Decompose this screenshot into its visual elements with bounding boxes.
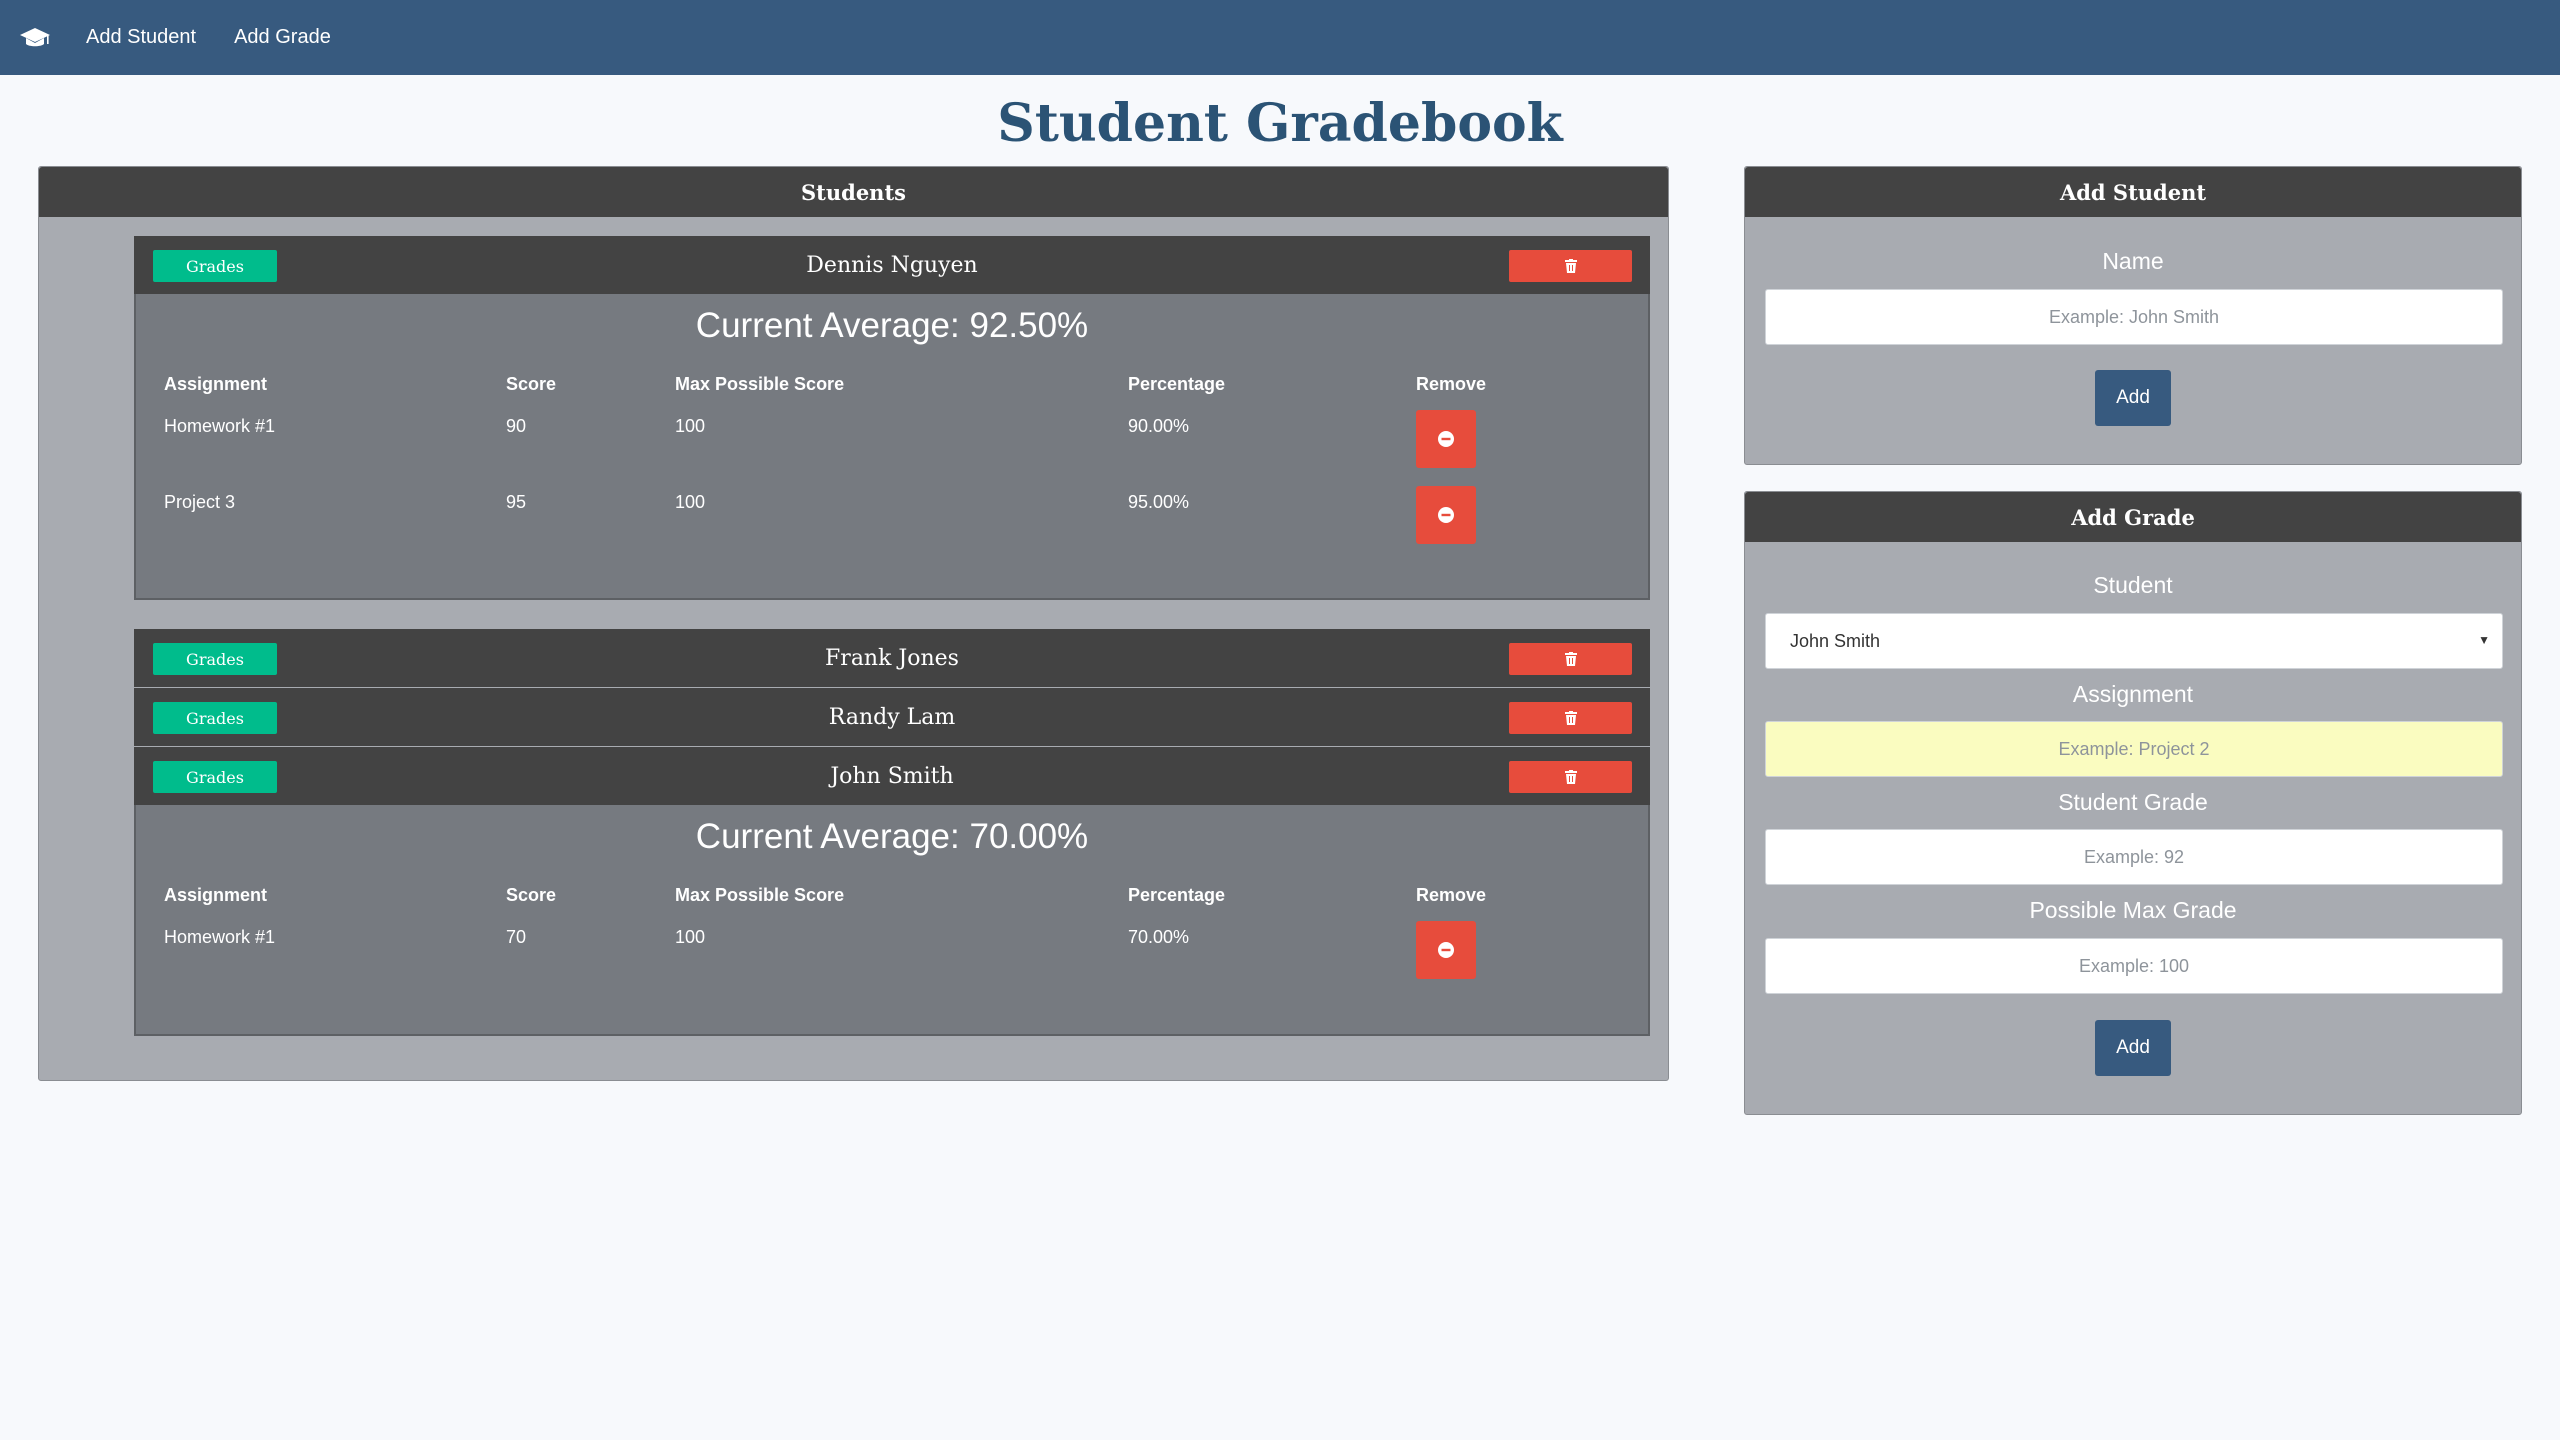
col-percentage: Percentage xyxy=(1128,884,1226,905)
top-navbar: Add Student Add Grade xyxy=(0,0,2560,75)
table-row: Homework #1 90 100 90.00% xyxy=(136,406,1648,482)
add-grade-button[interactable]: Add xyxy=(2095,1020,2171,1076)
cell-remove xyxy=(1416,406,1648,482)
name-label: Name xyxy=(2102,248,2164,274)
students-panel-header: Students xyxy=(39,167,1668,217)
col-remove: Remove xyxy=(1416,373,1487,394)
student-header: Grades John Smith xyxy=(134,747,1650,805)
cell-percentage: 70.00% xyxy=(1128,927,1190,947)
grades-button[interactable]: Grades xyxy=(153,761,277,793)
table-row: Project 3 95 100 95.00% xyxy=(136,482,1648,558)
student-card-frank-jones: Grades Frank Jones xyxy=(134,629,1650,687)
student-name: John Smith xyxy=(830,763,954,789)
cell-score: 95 xyxy=(506,492,527,512)
assignment-input[interactable] xyxy=(1765,721,2503,777)
student-name: Frank Jones xyxy=(825,645,959,671)
minus-circle-icon xyxy=(1438,942,1454,958)
table-row: Homework #1 70 100 70.00% xyxy=(136,917,1648,993)
cell-remove xyxy=(1416,917,1648,993)
graduation-cap-icon xyxy=(20,27,50,46)
grades-button[interactable]: Grades xyxy=(153,643,277,675)
students-panel: Students Grades Dennis Nguyen Current Av… xyxy=(38,166,1669,1081)
delete-student-button[interactable] xyxy=(1509,643,1632,675)
grades-button[interactable]: Grades xyxy=(153,250,277,282)
col-remove: Remove xyxy=(1416,884,1487,905)
max-grade-label: Possible Max Grade xyxy=(2029,897,2237,923)
student-select[interactable]: John Smith ▼ xyxy=(1765,613,2503,669)
cell-assignment: Homework #1 xyxy=(164,927,276,947)
cell-percentage: 95.00% xyxy=(1128,492,1190,512)
delete-student-button[interactable] xyxy=(1509,250,1632,282)
col-assignment: Assignment xyxy=(164,373,268,394)
grades-button[interactable]: Grades xyxy=(153,702,277,734)
grades-table: Assignment Score Max Possible Score Perc… xyxy=(136,873,1648,993)
cell-percentage: 90.00% xyxy=(1128,416,1190,436)
add-student-button[interactable]: Add xyxy=(2095,370,2171,426)
page-title: Student Gradebook xyxy=(997,93,1563,154)
remove-grade-button[interactable] xyxy=(1416,486,1476,544)
col-max-score: Max Possible Score xyxy=(675,884,845,905)
minus-circle-icon xyxy=(1438,431,1454,447)
nav-add-grade[interactable]: Add Grade xyxy=(234,0,331,75)
col-max-score: Max Possible Score xyxy=(675,373,845,394)
student-grade-label: Student Grade xyxy=(2058,789,2208,815)
chevron-down-icon: ▼ xyxy=(2478,633,2490,647)
student-label: Student xyxy=(2093,572,2173,598)
cell-score: 70 xyxy=(506,927,527,947)
brand-logo[interactable] xyxy=(0,0,70,75)
student-grades-body: Current Average: 70.00% Assignment Score… xyxy=(134,805,1650,1036)
student-header: Grades Frank Jones xyxy=(134,629,1650,687)
cell-score: 90 xyxy=(506,416,527,436)
trash-icon xyxy=(1564,711,1577,725)
cell-max: 100 xyxy=(675,927,706,947)
grades-table: Assignment Score Max Possible Score Perc… xyxy=(136,362,1648,558)
max-grade-input[interactable] xyxy=(1765,938,2503,994)
student-select-value: John Smith xyxy=(1790,630,1881,651)
current-average: Current Average: 70.00% xyxy=(695,817,1089,856)
student-name-input[interactable] xyxy=(1765,289,2503,345)
student-header: Grades Dennis Nguyen xyxy=(134,236,1650,294)
student-name: Randy Lam xyxy=(828,704,956,730)
remove-grade-button[interactable] xyxy=(1416,410,1476,468)
col-score: Score xyxy=(506,884,557,905)
cell-assignment: Homework #1 xyxy=(164,416,276,436)
trash-icon xyxy=(1564,652,1577,666)
student-grades-body: Current Average: 92.50% Assignment Score… xyxy=(134,294,1650,600)
add-grade-panel: Add Grade Student John Smith ▼ Assignmen… xyxy=(1744,491,2522,1115)
trash-icon xyxy=(1564,770,1577,784)
student-name: Dennis Nguyen xyxy=(806,252,978,278)
col-percentage: Percentage xyxy=(1128,373,1226,394)
col-score: Score xyxy=(506,373,557,394)
assignment-label: Assignment xyxy=(2072,681,2194,707)
col-assignment: Assignment xyxy=(164,884,268,905)
cell-remove xyxy=(1416,482,1648,558)
minus-circle-icon xyxy=(1438,507,1454,523)
add-student-panel: Add Student Name Add xyxy=(1744,166,2522,465)
student-card-john-smith: Grades John Smith Current Average: 70.00… xyxy=(134,747,1650,1036)
student-grade-input[interactable] xyxy=(1765,829,2503,885)
delete-student-button[interactable] xyxy=(1509,702,1632,734)
add-student-header: Add Student xyxy=(1745,167,2521,217)
add-grade-header: Add Grade xyxy=(1745,492,2521,542)
student-card-randy-lam: Grades Randy Lam xyxy=(134,688,1650,746)
nav-add-student[interactable]: Add Student xyxy=(86,0,196,75)
cell-max: 100 xyxy=(675,492,706,512)
remove-grade-button[interactable] xyxy=(1416,921,1476,979)
student-card-dennis-nguyen: Grades Dennis Nguyen Current Average: 92… xyxy=(134,236,1650,600)
current-average: Current Average: 92.50% xyxy=(695,306,1089,345)
delete-student-button[interactable] xyxy=(1509,761,1632,793)
cell-assignment: Project 3 xyxy=(164,492,236,512)
cell-max: 100 xyxy=(675,416,706,436)
trash-icon xyxy=(1564,259,1577,273)
student-header: Grades Randy Lam xyxy=(134,688,1650,746)
